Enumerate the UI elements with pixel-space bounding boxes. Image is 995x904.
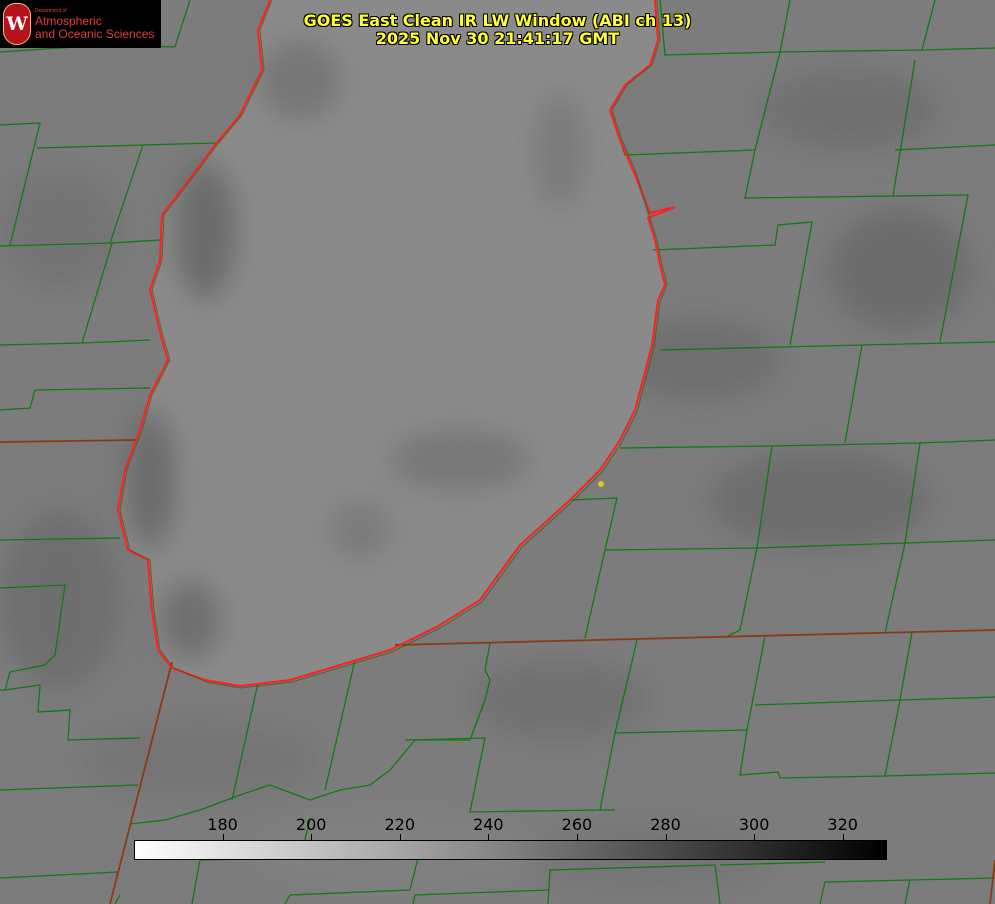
image-title: GOES East Clean IR LW Window (ABI ch 13) <box>303 11 692 30</box>
colorbar-tick-label: 220 <box>384 815 416 834</box>
colorbar-tick-label: 260 <box>561 815 593 834</box>
image-timestamp: 2025 Nov 30 21:41:17 GMT <box>375 29 620 48</box>
colorbar-tick-label: 280 <box>650 815 681 834</box>
temperature-colorbar <box>134 840 887 860</box>
ir-satellite-map <box>0 0 995 904</box>
satellite-image-viewer: W Department of Atmospheric and Oceanic … <box>0 0 995 904</box>
colorbar-tick-label: 200 <box>295 815 327 834</box>
colorbar-tick-label: 300 <box>738 815 770 834</box>
colorbar-tick-label: 320 <box>827 815 858 834</box>
colorbar-tick-label: 240 <box>473 815 504 834</box>
location-marker <box>598 481 604 487</box>
colorbar-tick-label: 180 <box>207 815 238 834</box>
